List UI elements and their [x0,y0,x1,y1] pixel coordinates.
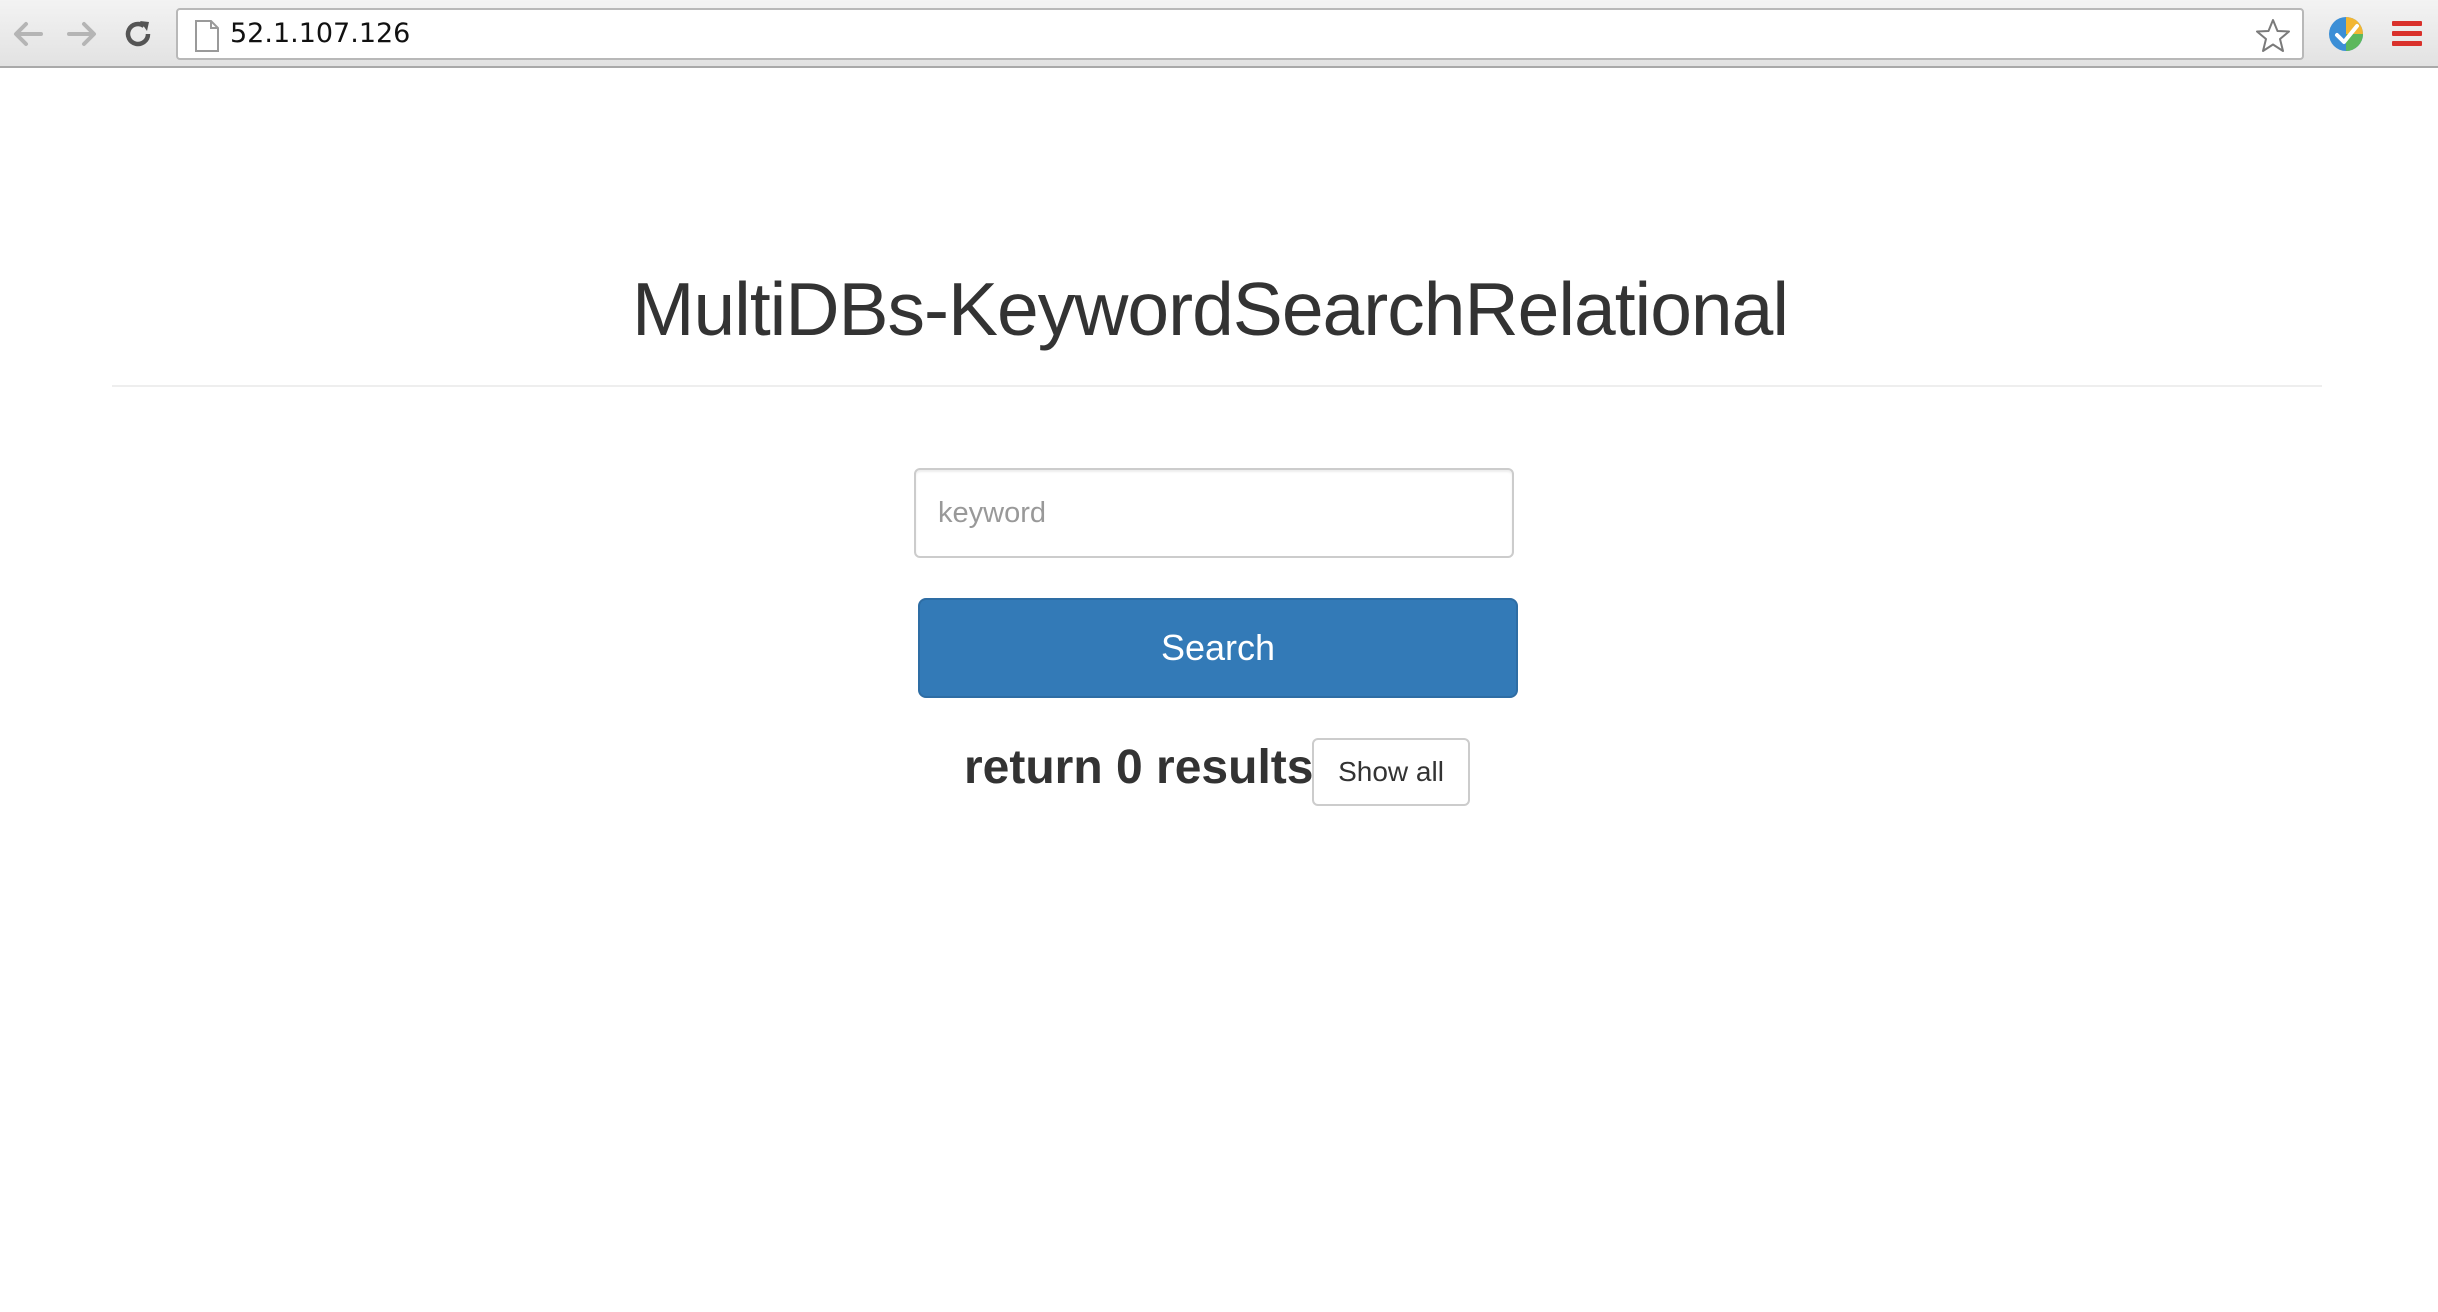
star-icon[interactable] [2254,17,2292,55]
keyword-search-input[interactable] [914,468,1514,558]
arrow-right-icon [67,22,96,46]
results-count-text: return 0 results [964,741,1314,794]
forward-button[interactable] [62,14,102,54]
search-button[interactable]: Search [918,598,1518,698]
page-icon [195,20,219,52]
show-all-button[interactable]: Show all [1312,738,1470,806]
hamburger-menu-icon[interactable] [2390,18,2424,50]
reload-icon [125,21,151,47]
address-bar[interactable]: 52.1.107.126 [176,8,2304,60]
title-divider [112,385,2322,387]
url-text: 52.1.107.126 [230,18,411,49]
results-row: return 0 results Show all [0,738,2438,808]
page-title: MultiDBs-KeywordSearchRelational [632,267,1789,351]
browser-toolbar: 52.1.107.126 [0,0,2438,68]
reload-button[interactable] [118,14,158,54]
extension-icon[interactable] [2326,14,2366,54]
arrow-left-icon [14,22,43,46]
back-button[interactable] [8,14,48,54]
